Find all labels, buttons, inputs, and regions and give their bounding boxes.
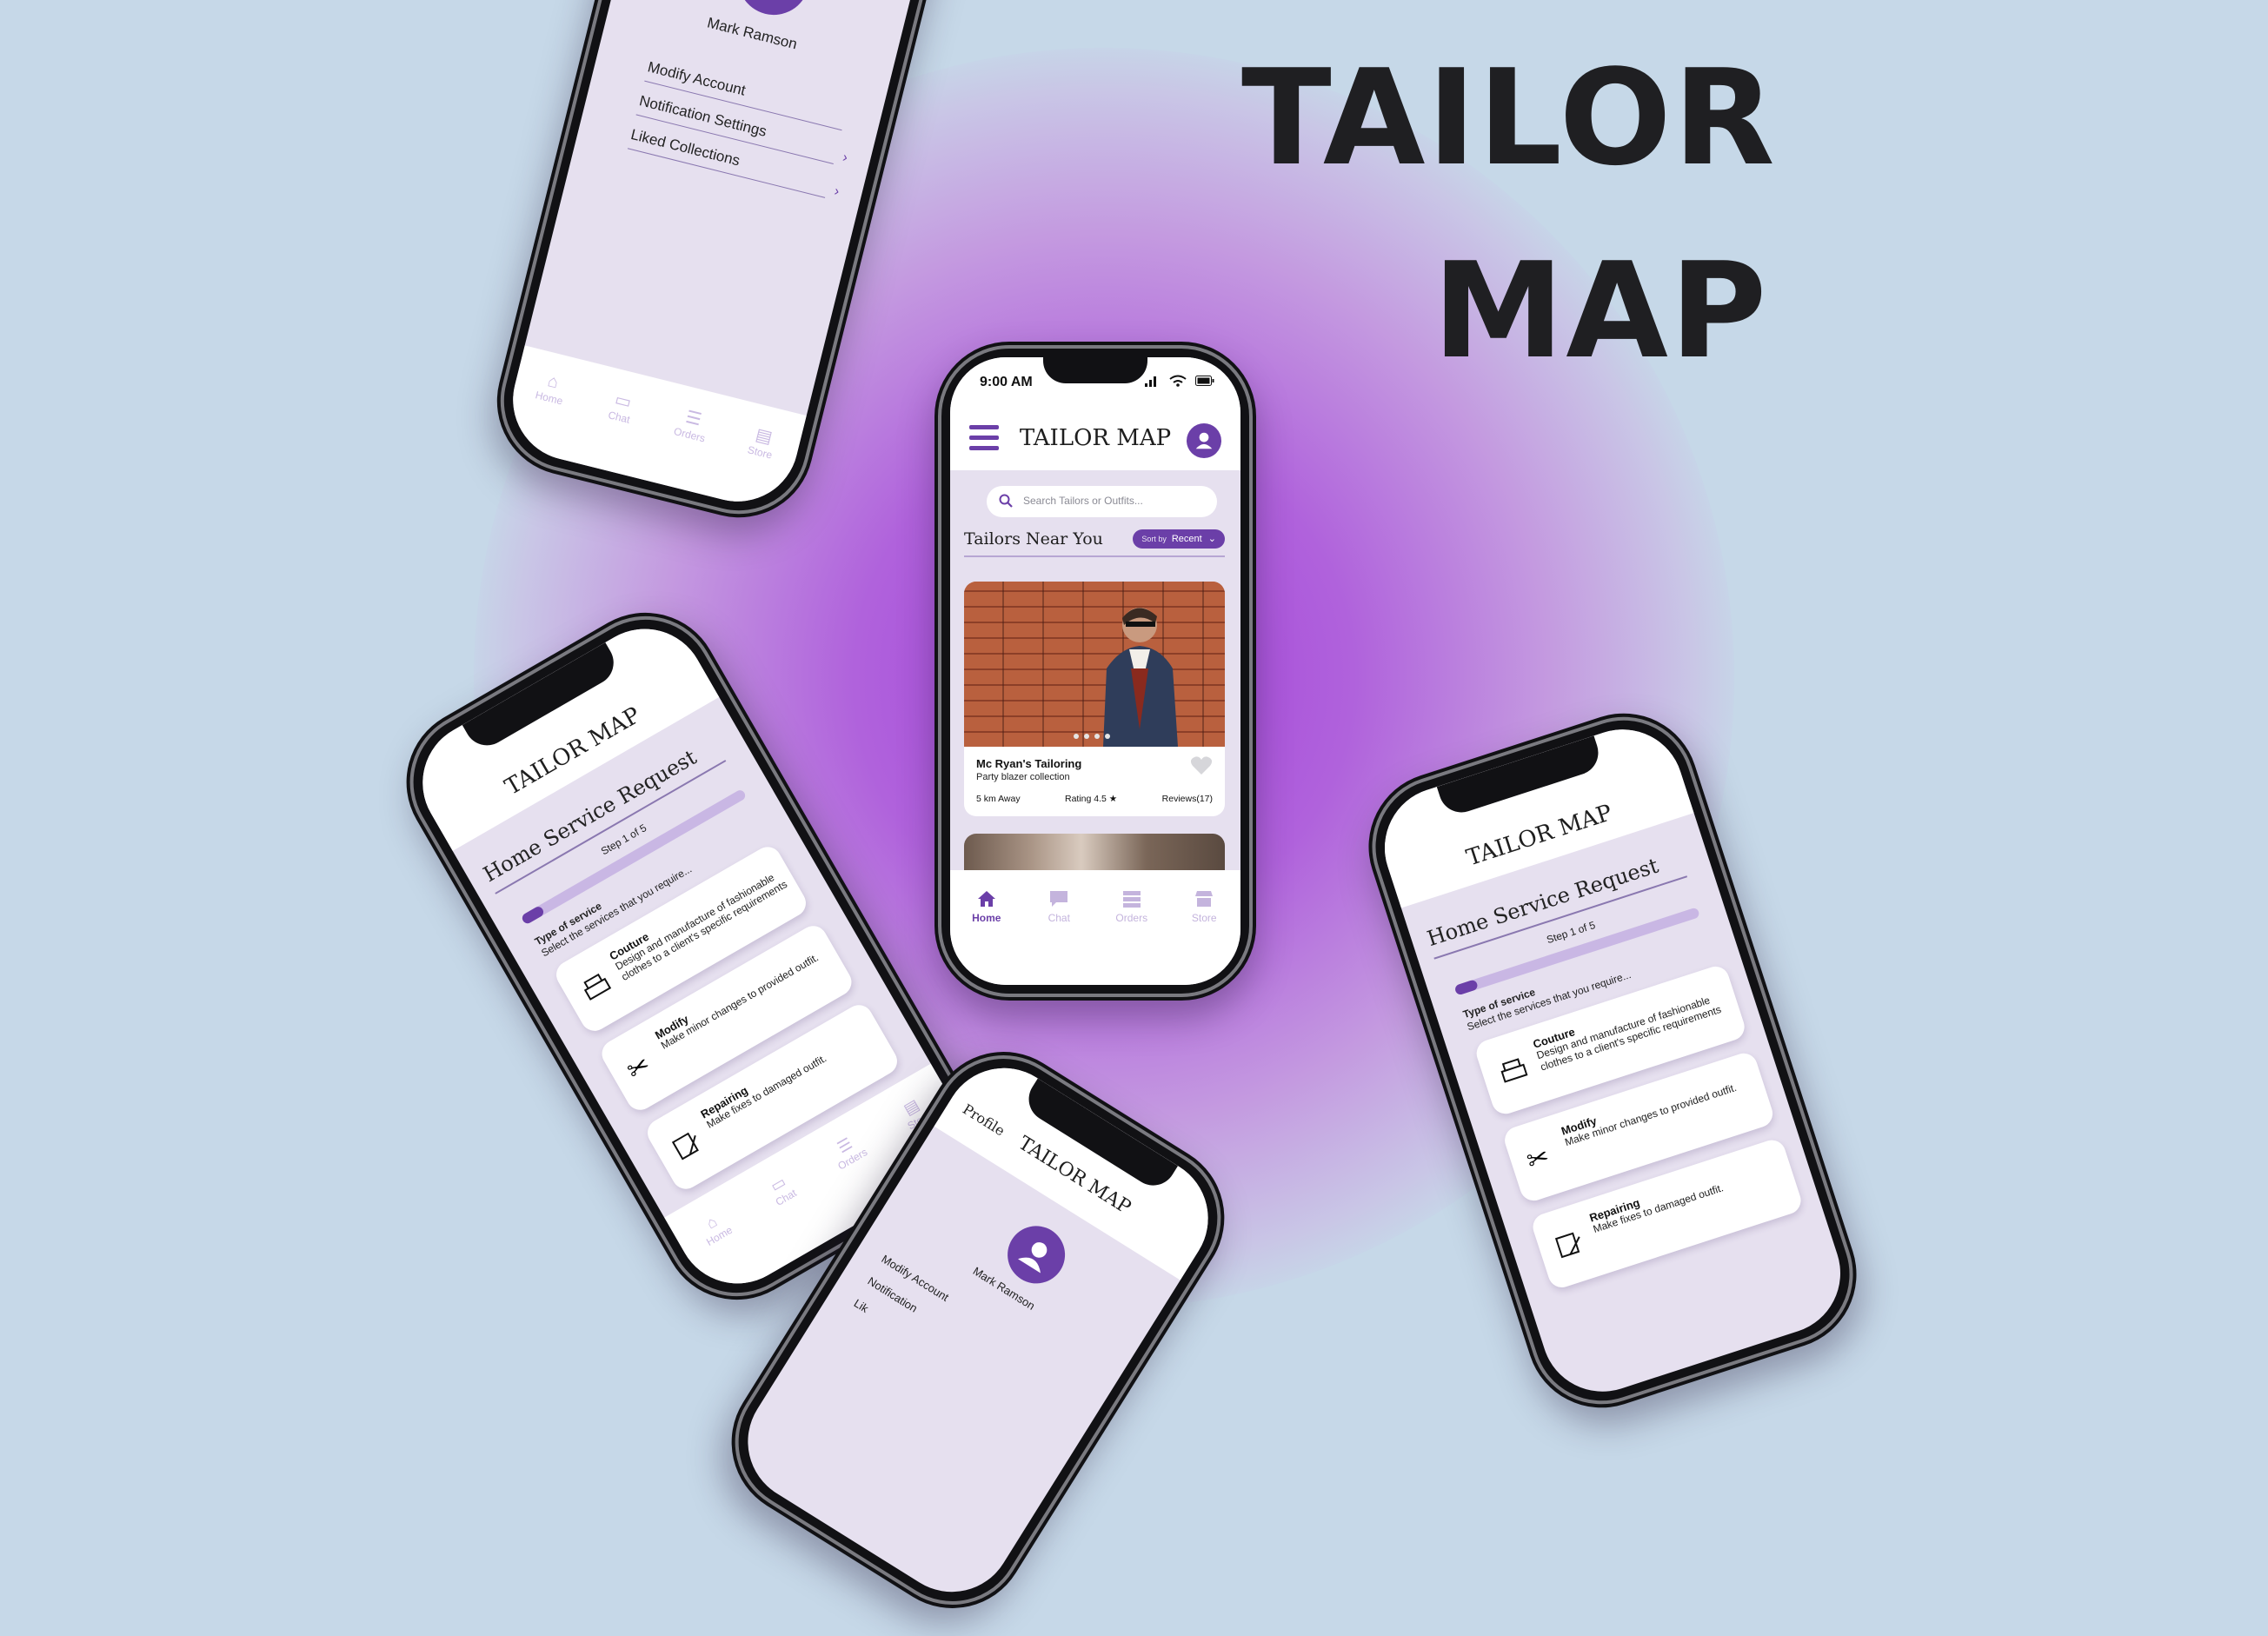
sort-dropdown[interactable]: Sort by Recent ⌄	[1133, 529, 1225, 549]
store-icon	[1195, 891, 1214, 907]
orders-icon	[1122, 891, 1141, 908]
needle-icon	[1552, 1226, 1590, 1267]
tailor-reviews[interactable]: Reviews(17)	[1162, 794, 1213, 804]
profile-username: Mark Ramson	[970, 1264, 1038, 1313]
wifi-icon	[1169, 375, 1187, 387]
sort-prefix: Sort by	[1141, 535, 1167, 543]
main-phone: 9:00 AM TAILOR MAP Search Tailors or Out…	[934, 342, 1256, 1001]
service-desc: Make minor changes to provided outfit.	[1563, 1081, 1739, 1149]
sort-value: Recent	[1171, 534, 1202, 544]
brand-title-line2: MAP	[1433, 234, 1769, 388]
chevron-right-icon: ›	[832, 183, 841, 200]
status-time: 9:00 AM	[980, 375, 1033, 389]
user-icon	[1018, 1242, 1048, 1274]
nav-store[interactable]: Store	[1174, 889, 1234, 924]
battery-icon	[1195, 376, 1214, 386]
scissors-icon: ✂	[1523, 1141, 1553, 1177]
nav-orders[interactable]: ☰ Orders	[651, 402, 722, 495]
menu-liked[interactable]: Lik	[852, 1296, 871, 1315]
search-icon	[999, 494, 1013, 508]
section-title: Tailors Near You	[964, 529, 1103, 549]
chat-icon	[1050, 891, 1068, 907]
signal-icon	[1145, 376, 1156, 387]
nav-chat[interactable]: ▭ Chat	[751, 1163, 837, 1260]
sewing-machine-icon	[576, 967, 619, 1011]
tailor-card[interactable]: Mc Ryan's Tailoring Party blazer collect…	[964, 582, 1225, 816]
nav-store[interactable]: ▤Store	[722, 419, 792, 512]
needle-icon	[668, 1125, 710, 1169]
chevron-right-icon: ›	[841, 150, 849, 166]
nav-orders[interactable]: Orders	[1101, 889, 1162, 924]
sewing-machine-icon	[1495, 1052, 1533, 1094]
tailor-model-image	[1103, 608, 1178, 747]
home-icon	[977, 891, 995, 907]
carousel-dots[interactable]	[1074, 734, 1110, 739]
search-input[interactable]: Search Tailors or Outfits...	[987, 486, 1217, 517]
scissors-icon: ✂	[622, 1050, 656, 1087]
nav-home[interactable]: ⌂ Home	[685, 1202, 771, 1300]
profile-avatar-button[interactable]	[1187, 423, 1221, 458]
tailor-subtitle: Party blazer collection	[976, 772, 1070, 782]
star-icon: ★	[1108, 794, 1118, 804]
user-icon	[730, 0, 816, 23]
app-header: TAILOR MAP	[950, 409, 1240, 470]
profile-avatar[interactable]	[730, 0, 817, 23]
user-icon	[1195, 432, 1213, 449]
tailor-name: Mc Ryan's Tailoring	[976, 757, 1082, 770]
brand-title-line1: TAILOR	[1241, 41, 1777, 195]
service-desc: Make fixes to damaged outfit.	[1591, 1181, 1726, 1235]
heart-icon[interactable]	[1190, 755, 1213, 776]
search-placeholder: Search Tailors or Outfits...	[1023, 495, 1143, 507]
tailor-distance: 5 km Away	[976, 794, 1021, 804]
nav-chat[interactable]: ▭ Chat	[581, 384, 651, 477]
bottom-nav: Home Chat Orders Store	[950, 870, 1240, 985]
profile-avatar[interactable]	[996, 1214, 1076, 1294]
chevron-down-icon: ⌄	[1207, 534, 1216, 544]
nav-home[interactable]: ⌂ Home	[510, 367, 581, 460]
menu-label: Modify Account	[646, 58, 748, 99]
nav-home[interactable]: Home	[956, 889, 1017, 924]
nav-chat[interactable]: Chat	[1028, 889, 1089, 924]
tailor-rating: Rating 4.5	[1065, 794, 1107, 804]
section-divider	[964, 555, 1225, 557]
tailor-photo[interactable]	[964, 582, 1225, 747]
